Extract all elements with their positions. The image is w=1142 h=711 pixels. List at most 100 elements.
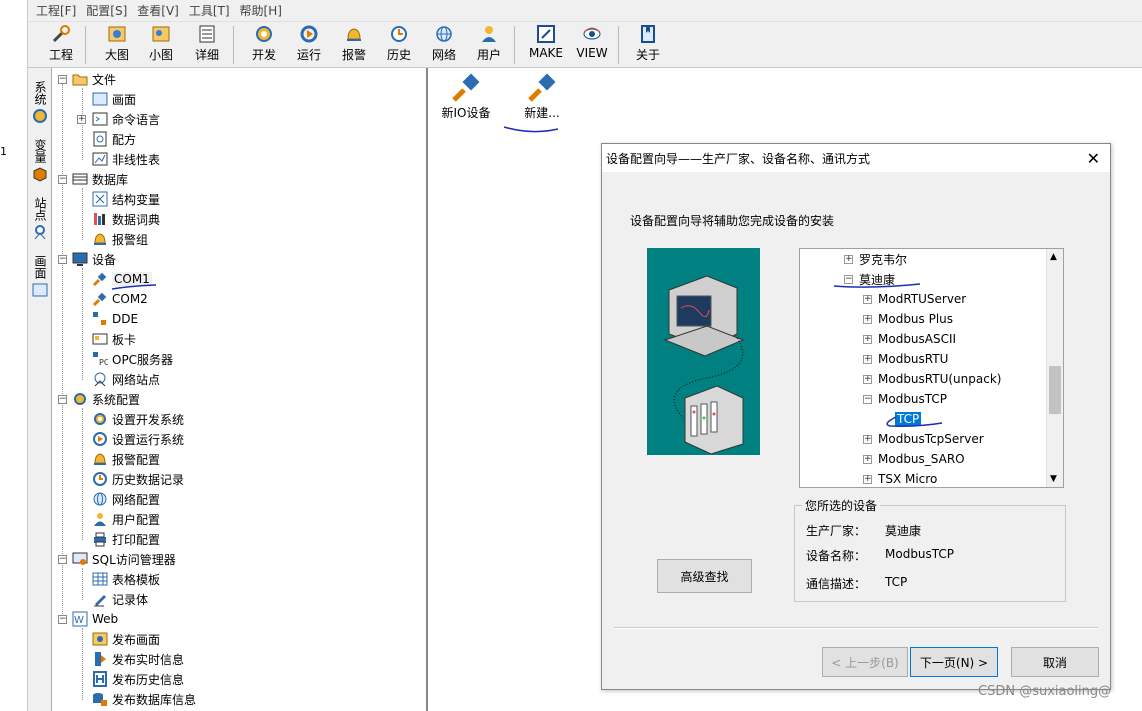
tab-system[interactable]: 系统 [31, 76, 49, 110]
tree-node-database[interactable]: 数据库 [72, 169, 128, 189]
prev-button[interactable]: < 上一步(B) [822, 647, 908, 677]
expander-web[interactable]: − [58, 615, 67, 624]
tree-node-dev-settings[interactable]: 设置开发系统 [92, 409, 184, 429]
menu-view[interactable]: 查看[V] [137, 2, 179, 19]
expander-sql[interactable]: − [58, 555, 67, 564]
device-tree-node-modbus-saro[interactable]: + Modbus_SARO [863, 450, 965, 468]
tree-node-network-config[interactable]: 网络配置 [92, 489, 160, 509]
tree-node-nonlinear-table[interactable]: 非线性表 [92, 149, 160, 169]
menu-config[interactable]: 配置[S] [86, 2, 127, 19]
tree-node-struct-var[interactable]: 结构变量 [92, 189, 160, 209]
board-icon [92, 333, 108, 345]
expander-icon[interactable]: + [863, 334, 872, 344]
toolbar-large-icons-button[interactable]: 大图 [102, 24, 132, 66]
menu-project[interactable]: 工程[F] [36, 2, 76, 19]
toolbar-project-button[interactable]: 工程 [46, 24, 76, 66]
device-tree-node-tsx-micro[interactable]: + TSX Micro [863, 470, 937, 487]
scroll-up-icon[interactable]: ▲ [1050, 252, 1057, 262]
device-tree-node-modbusrtu[interactable]: + ModbusRTU [863, 350, 948, 368]
tree-node-screen[interactable]: 画面 [92, 89, 136, 109]
device-tree-node-modrtuserver[interactable]: + ModRTUServer [863, 290, 966, 308]
tree-node-alarm-config[interactable]: 报警配置 [92, 449, 160, 469]
toolbar-about-button[interactable]: 关于 [633, 24, 663, 66]
close-icon[interactable]: ✕ [1087, 149, 1100, 168]
expander-command[interactable]: + [77, 115, 86, 124]
tab-stations[interactable]: 站点 [31, 192, 49, 226]
advanced-search-button[interactable]: 高级查找 [657, 559, 752, 593]
tree-node-publish-history[interactable]: 发布历史信息 [92, 669, 184, 689]
device-tree-node-rockwell[interactable]: + 罗克韦尔 [844, 250, 907, 268]
scrollbar-thumb[interactable] [1049, 366, 1061, 414]
device-tree-node-modbustcp[interactable]: − ModbusTCP [863, 390, 947, 408]
tree-node-recipe[interactable]: 配方 [92, 129, 136, 149]
device-item-new[interactable]: 新建... [516, 72, 568, 121]
tree-node-sql-manager[interactable]: SQL访问管理器 [72, 549, 176, 569]
toolbar-make-button[interactable]: MAKE [526, 24, 566, 66]
device-item-new-io[interactable]: 新IO设备 [438, 72, 494, 121]
tree-node-table-template[interactable]: 表格模板 [92, 569, 160, 589]
history-doc-icon [93, 671, 107, 687]
tree-node-publish-realtime[interactable]: 发布实时信息 [92, 649, 184, 669]
expander-sysconfig[interactable]: − [58, 395, 67, 404]
device-tree-node-modbustcpserver[interactable]: + ModbusTcpServer [863, 430, 984, 448]
tree-node-board[interactable]: 板卡 [92, 329, 136, 349]
tree-node-record-body[interactable]: 记录体 [92, 589, 148, 609]
toolbar-view-button[interactable]: VIEW [572, 24, 612, 66]
expander-icon[interactable]: + [863, 434, 872, 444]
device-tree-node-modbusascii[interactable]: + ModbusASCII [863, 330, 956, 348]
tree-label: DDE [112, 312, 139, 326]
tree-node-opc-server[interactable]: PC OPC服务器 [92, 349, 173, 369]
tree-node-alarm-group[interactable]: 报警组 [92, 229, 148, 249]
tree-node-sysconfig[interactable]: 系统配置 [72, 389, 140, 409]
expander-icon[interactable]: + [863, 314, 872, 324]
tree-node-print-config[interactable]: 打印配置 [92, 529, 160, 549]
menu-tools[interactable]: 工具[T] [189, 2, 230, 19]
tree-node-com2[interactable]: COM2 [92, 289, 148, 309]
toolbar-user-button[interactable]: 用户 [474, 24, 504, 66]
tree-label: OPC服务器 [112, 352, 174, 367]
toolbar-small-icons-button[interactable]: 小图 [146, 24, 176, 66]
toolbar-history-button[interactable]: 历史 [384, 24, 414, 66]
device-tree-node-modbus-plus[interactable]: + Modbus Plus [863, 310, 953, 328]
next-button[interactable]: 下一页(N) > [910, 647, 998, 677]
expander-icon[interactable]: + [863, 454, 872, 464]
cancel-button[interactable]: 取消 [1011, 647, 1099, 677]
small-icons-icon [152, 26, 170, 42]
expander-icon[interactable]: + [863, 374, 872, 384]
device-tree-label: ModbusTcpServer [878, 432, 984, 446]
tree-node-devices[interactable]: 设备 [72, 249, 116, 269]
tree-node-command-language[interactable]: 命令语言 [92, 109, 160, 129]
tree-node-web[interactable]: W Web [72, 609, 118, 629]
expander-icon[interactable]: + [844, 254, 853, 264]
expander-icon[interactable]: + [863, 354, 872, 364]
tree-node-publish-screen[interactable]: 发布画面 [92, 629, 160, 649]
tree-node-data-dictionary[interactable]: 数据词典 [92, 209, 160, 229]
expander-file[interactable]: − [58, 75, 67, 84]
toolbar-network-button[interactable]: 网络 [429, 24, 459, 66]
menu-help[interactable]: 帮助[H] [240, 2, 282, 19]
tree-node-user-config[interactable]: 用户配置 [92, 509, 160, 529]
toolbar-develop-button[interactable]: 开发 [249, 24, 279, 66]
tree-node-publish-database[interactable]: 发布数据库信息 [92, 689, 196, 709]
device-tree-scrollbar[interactable]: ▲ ▼ [1046, 249, 1063, 487]
tab-variables[interactable]: 变量 [31, 134, 49, 168]
expander-devices[interactable]: − [58, 255, 67, 264]
expander-icon[interactable]: + [863, 294, 872, 304]
expander-database[interactable]: − [58, 175, 67, 184]
tree-node-history-record[interactable]: 历史数据记录 [92, 469, 184, 489]
run-icon [93, 432, 107, 446]
tree-node-run-settings[interactable]: 设置运行系统 [92, 429, 184, 449]
expander-icon[interactable]: + [863, 474, 872, 484]
toolbar-alarm-button[interactable]: 报警 [339, 24, 369, 66]
scroll-down-icon[interactable]: ▼ [1050, 474, 1057, 484]
toolbar-run-button[interactable]: 运行 [294, 24, 324, 66]
tree-node-network-station[interactable]: 网络站点 [92, 369, 160, 389]
dialog-titlebar: 设备配置向导——生产厂家、设备名称、通讯方式 ✕ [602, 144, 1110, 172]
expander-icon[interactable]: − [863, 394, 872, 404]
toolbar-details-button[interactable]: 详细 [192, 24, 222, 66]
tree-node-file[interactable]: 文件 [72, 69, 116, 89]
tree-node-dde[interactable]: DDE [92, 309, 138, 329]
tab-screens[interactable]: 画面 [31, 250, 49, 284]
device-tree-node-modbusrtu-unpack[interactable]: + ModbusRTU(unpack) [863, 370, 1001, 388]
tree-label: 设置开发系统 [112, 412, 185, 427]
